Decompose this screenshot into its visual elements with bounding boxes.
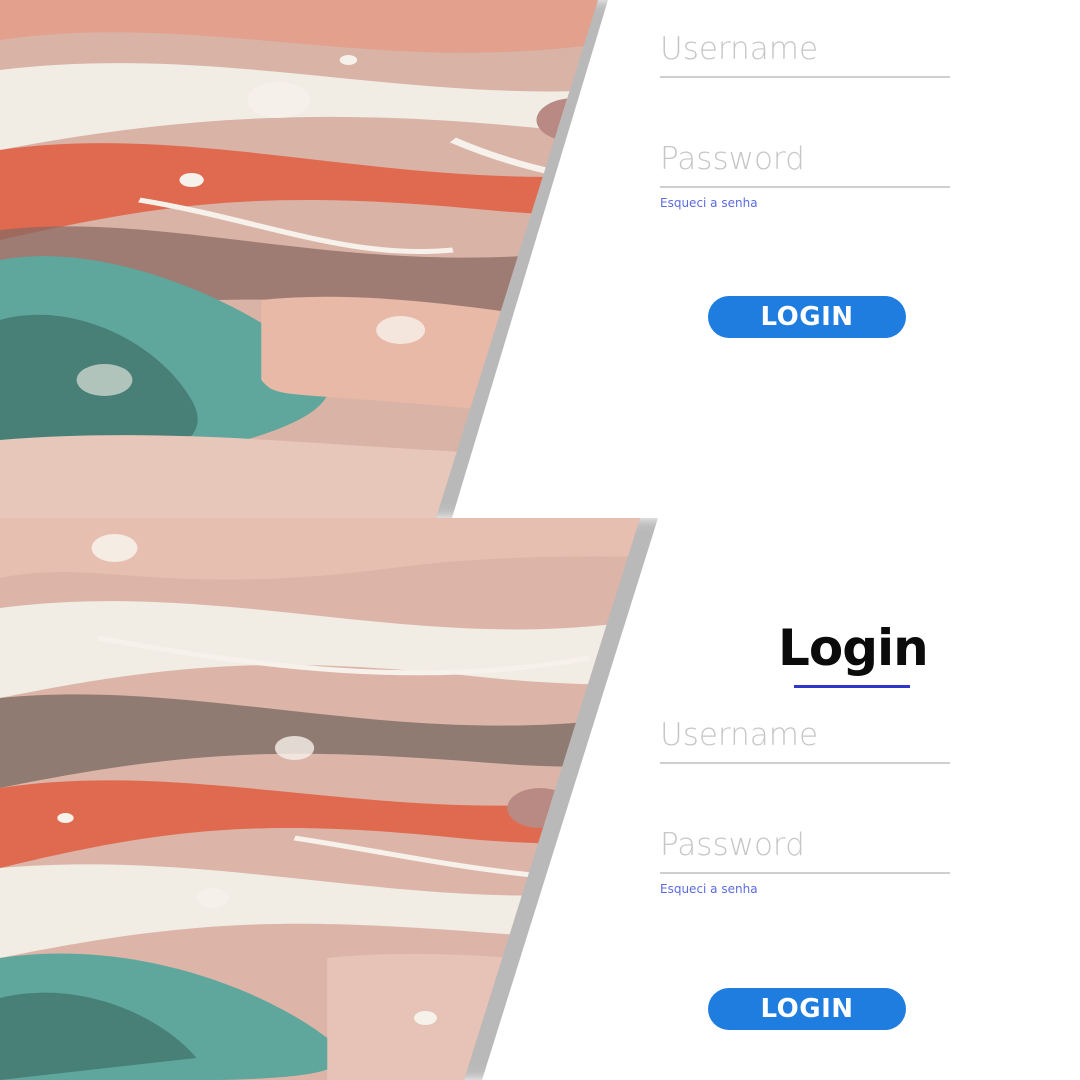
login-title-block: Login: [660, 618, 950, 708]
forgot-password-link[interactable]: Esqueci a senha: [660, 882, 758, 896]
login-form: Esqueci a senha LOGIN: [660, 22, 950, 338]
username-input[interactable]: [660, 22, 950, 76]
login-screen-variant-2: Login Esqueci a senha LOGIN: [0, 518, 1080, 1080]
password-field: [660, 818, 950, 874]
login-form: Login Esqueci a senha LOGIN: [660, 618, 950, 1030]
login-button[interactable]: LOGIN: [708, 988, 906, 1030]
forgot-password-link[interactable]: Esqueci a senha: [660, 196, 758, 210]
login-screen-variant-1: Esqueci a senha LOGIN: [0, 0, 1080, 518]
login-button[interactable]: LOGIN: [708, 296, 906, 338]
password-input[interactable]: [660, 132, 950, 186]
login-mockup-canvas: Esqueci a senha LOGIN: [0, 0, 1080, 1080]
username-field: [660, 708, 950, 764]
title-underline: [794, 685, 910, 688]
username-field: [660, 22, 950, 78]
username-input[interactable]: [660, 708, 950, 762]
password-input[interactable]: [660, 818, 950, 872]
page-title: Login: [778, 619, 929, 677]
password-field: [660, 132, 950, 188]
